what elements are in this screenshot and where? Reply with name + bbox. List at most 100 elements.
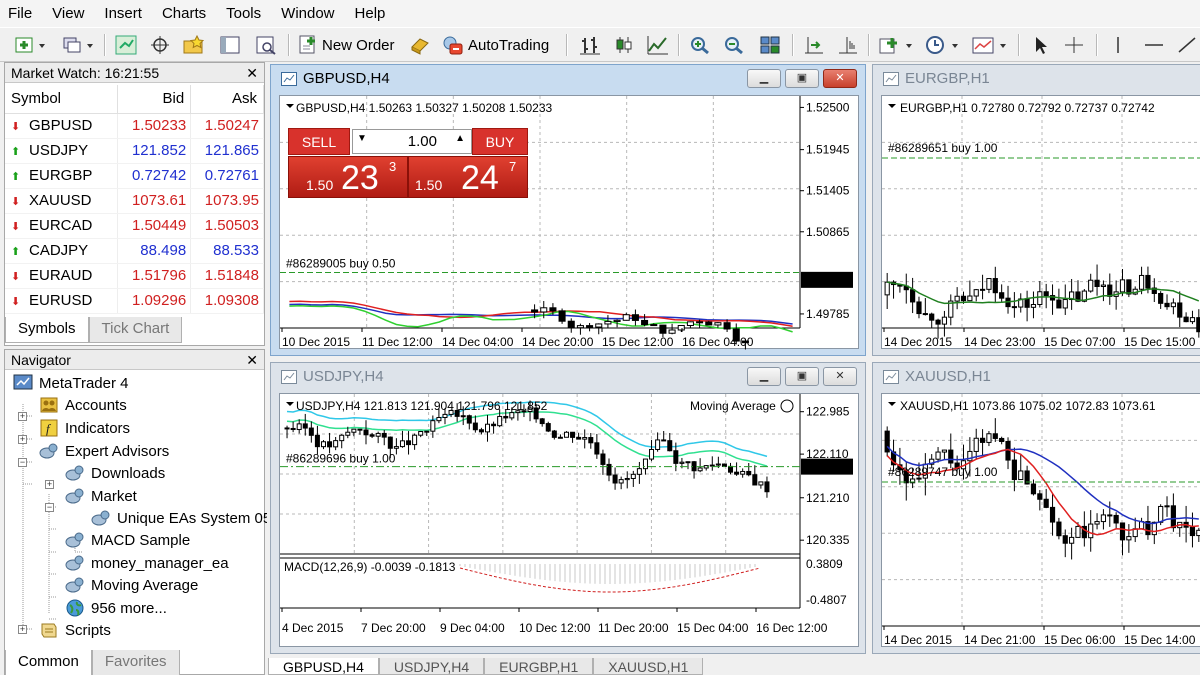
tree-item-money-manager[interactable]: money_manager_ea [65, 552, 229, 574]
tree-item-moving-average[interactable]: Moving Average [65, 574, 198, 596]
minimize-button[interactable]: ▁ [747, 367, 781, 386]
tree-item-downloads[interactable]: Downloads [65, 462, 165, 484]
lot-size-value: 1.00 [407, 133, 437, 150]
tree-item-market[interactable]: Market [65, 485, 137, 507]
market-watch-row[interactable]: ⬇ EURAUD 1.51796 1.51848 [5, 263, 264, 289]
tab-common[interactable]: Common [5, 650, 92, 675]
decrease-lot-icon[interactable]: ▼ [357, 133, 367, 144]
column-header-ask[interactable]: Ask [190, 85, 264, 114]
tree-item-accounts[interactable]: Accounts [39, 394, 127, 416]
periods-button[interactable] [922, 32, 962, 58]
candle-body [677, 324, 685, 331]
column-header-symbol[interactable]: Symbol [5, 85, 119, 114]
vertical-line-button[interactable] [1104, 32, 1132, 58]
new-chart-button[interactable] [12, 32, 48, 58]
trendline-button[interactable] [1174, 32, 1200, 58]
chart-window-usdjpy[interactable]: USDJPY,H4 ▁ ▣ ✕ #86289696 buy 1.00 USDJPY… [270, 362, 866, 654]
chart-area[interactable]: #86289651 buy 1.00 EURGBP,H1 0.72780 0.72… [881, 95, 1200, 349]
crosshair-tool-button[interactable] [1060, 32, 1088, 58]
expand-icon[interactable]: + [18, 412, 27, 421]
market-watch-button[interactable] [112, 32, 140, 58]
zoom-out-button[interactable] [720, 32, 748, 58]
new-order-button[interactable]: New Order [298, 32, 398, 58]
buy-button[interactable]: BUY [472, 128, 528, 155]
expand-icon[interactable]: + [18, 435, 27, 444]
collapse-icon[interactable]: − [18, 458, 27, 467]
maximize-button[interactable]: ▣ [785, 69, 819, 88]
strategy-tester-button[interactable] [252, 32, 280, 58]
tab-usdjpy[interactable]: USDJPY,H4 [378, 658, 485, 675]
chart-area[interactable]: #86289696 buy 1.00 USDJPY,H4 121.813 121.… [279, 393, 859, 647]
menu-view[interactable]: View [42, 0, 94, 27]
autotrading-button[interactable]: AutoTrading [442, 32, 558, 58]
market-watch-row[interactable]: ⬆ USDJPY 121.852 121.865 [5, 138, 264, 164]
chart-area[interactable]: #86289747 buy 1.00 XAUUSD,H1 1073.86 1075… [881, 393, 1200, 647]
tree-item-indicators[interactable]: f Indicators [39, 417, 130, 439]
menu-file[interactable]: File [0, 0, 42, 27]
horizontal-line-icon [1145, 44, 1163, 46]
terminal-button[interactable] [216, 32, 244, 58]
tab-eurgbp[interactable]: EURGBP,H1 [484, 658, 594, 675]
tree-item-expert-advisors[interactable]: Expert Advisors [39, 440, 169, 462]
candle-body [531, 309, 539, 313]
candlestick-button[interactable] [610, 32, 638, 58]
market-watch-row[interactable]: ⬇ XAUUSD 1073.61 1073.95 [5, 188, 264, 214]
candle-body [1119, 522, 1126, 541]
chart-shift-button[interactable] [800, 32, 828, 58]
increase-lot-icon[interactable]: ▲ [455, 133, 465, 144]
chart-window-gbpusd[interactable]: GBPUSD,H4 ▁ ▣ ✕ #86289005 buy 0.50 GBPUSD… [270, 64, 866, 356]
menu-charts[interactable]: Charts [152, 0, 216, 27]
expand-icon[interactable]: + [45, 480, 54, 489]
market-watch-row[interactable]: ⬆ CADJPY 88.498 88.533 [5, 238, 264, 264]
menu-insert[interactable]: Insert [94, 0, 152, 27]
tree-item-unique-eas[interactable]: Unique EAs System 05 [91, 507, 267, 529]
data-window-button[interactable] [146, 32, 174, 58]
chart-window-xauusd[interactable]: XAUUSD,H1 #86289747 buy 1.00 XAUUSD,H1 10… [872, 362, 1200, 654]
profiles-button[interactable] [60, 32, 96, 58]
cursor-tool-button[interactable] [1026, 32, 1054, 58]
market-watch-row[interactable]: ⬇ EURUSD 1.09296 1.09308 [5, 288, 264, 314]
chart-window-eurgbp[interactable]: EURGBP,H1 #86289651 buy 1.00 EURGBP,H1 0.… [872, 64, 1200, 356]
tree-item-macd-sample[interactable]: MACD Sample [65, 529, 190, 551]
zoom-in-button[interactable] [686, 32, 714, 58]
close-button[interactable]: ✕ [823, 367, 857, 386]
indicators-button[interactable] [876, 32, 916, 58]
tab-gbpusd[interactable]: GBPUSD,H4 [268, 658, 379, 675]
tab-xauusd[interactable]: XAUUSD,H1 [593, 658, 704, 675]
market-watch-row[interactable]: ⬇ GBPUSD 1.50233 1.50247 [5, 113, 264, 139]
column-header-bid[interactable]: Bid [117, 85, 192, 114]
navigator-button[interactable] [180, 32, 208, 58]
market-watch-row[interactable]: ⬆ EURGBP 0.72742 0.72761 [5, 163, 264, 189]
buy-price-display[interactable]: 1.50 24 7 [408, 156, 528, 198]
lot-size-input[interactable]: ▼ 1.00 ▲ [352, 129, 472, 154]
tree-item-metatrader[interactable]: MetaTrader 4 [13, 372, 128, 394]
collapse-icon[interactable]: − [45, 503, 54, 512]
sell-price-display[interactable]: 1.50 23 3 [288, 156, 408, 198]
market-watch-row[interactable]: ⬇ EURCAD 1.50449 1.50503 [5, 213, 264, 239]
menu-help[interactable]: Help [345, 0, 396, 27]
menu-tools[interactable]: Tools [216, 0, 271, 27]
close-icon[interactable]: ✕ [246, 350, 258, 370]
minimize-button[interactable]: ▁ [747, 69, 781, 88]
tile-windows-button[interactable] [756, 32, 784, 58]
close-icon[interactable]: ✕ [246, 63, 258, 83]
horizontal-line-button[interactable] [1140, 32, 1168, 58]
symbol-cell: ⬇ XAUUSD [5, 188, 119, 214]
expand-icon[interactable]: + [18, 625, 27, 634]
metaeditor-button[interactable] [406, 32, 434, 58]
indicators-add-icon [879, 38, 912, 54]
tab-favorites[interactable]: Favorites [91, 650, 180, 675]
auto-scroll-button[interactable] [834, 32, 862, 58]
templates-button[interactable] [970, 32, 1010, 58]
maximize-button[interactable]: ▣ [785, 367, 819, 386]
menu-window[interactable]: Window [271, 0, 344, 27]
bar-chart-button[interactable] [576, 32, 604, 58]
metatrader-window: File View Insert Charts Tools Window Hel… [0, 0, 1200, 675]
tree-item-scripts[interactable]: Scripts [39, 619, 111, 641]
tree-item-more[interactable]: 956 more... [65, 597, 167, 619]
line-chart-button[interactable] [644, 32, 672, 58]
sell-button[interactable]: SELL [288, 128, 350, 155]
close-button[interactable]: ✕ [823, 69, 857, 88]
tab-tick-chart[interactable]: Tick Chart [88, 317, 183, 343]
tab-symbols[interactable]: Symbols [5, 317, 89, 343]
